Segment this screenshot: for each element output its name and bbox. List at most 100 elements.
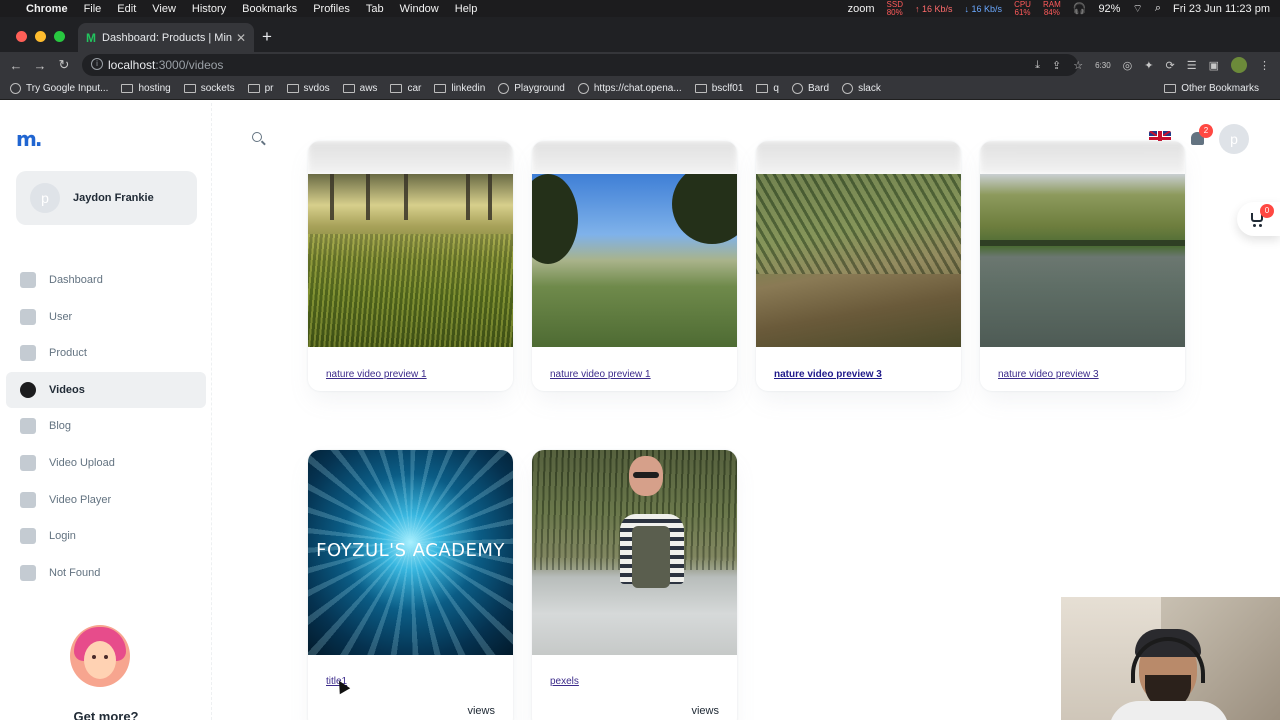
sidebar-item-not-found[interactable]: Not Found [6,555,206,591]
sidebar-item-product[interactable]: Product [6,335,206,371]
ram-stat: RAM 84% [1043,0,1061,17]
window-controls [16,31,65,42]
reading-list-icon[interactable]: ☰ [1187,59,1197,72]
thumb-tree [532,174,578,264]
net-up-value: 16 Kb/s [921,3,953,14]
bookmark-svdos[interactable]: svdos [286,83,330,94]
back-button[interactable]: ← [4,58,28,73]
video-thumbnail[interactable] [308,174,513,347]
menu-edit[interactable]: Edit [117,3,136,15]
sidebar-item-user[interactable]: User [6,299,206,335]
extension-clock-icon[interactable]: 6:30 [1095,61,1111,70]
promo-illustration [70,625,130,687]
forward-button[interactable]: → [28,58,52,73]
profile-avatar[interactable] [1231,57,1247,73]
folder-icon [286,84,299,93]
bookmark-playground[interactable]: Playground [498,83,565,94]
browser-tab-dashboard[interactable]: M Dashboard: Products | Minimal ✕ [78,23,254,52]
video-thumbnail[interactable]: FOYZUL'S ACADEMY [308,450,513,655]
menu-view[interactable]: View [152,3,176,15]
install-icon[interactable]: ⤓ [1035,59,1040,72]
bookmark-slack[interactable]: slack [842,83,881,94]
site-info-icon[interactable]: i [91,58,103,70]
menu-help[interactable]: Help [455,3,478,15]
browser-menu-icon[interactable]: ⋮ [1259,59,1270,72]
sidebar-item-dashboard[interactable]: Dashboard [6,262,206,298]
thumb-glasses [633,472,659,478]
video-title-link[interactable]: nature video preview 3 [774,369,882,380]
address-bar[interactable]: i localhost:3000/videos [82,54,1078,76]
bookmark-sockets[interactable]: sockets [183,83,235,94]
bookmark-pr[interactable]: pr [247,83,274,94]
video-title-link[interactable]: nature video preview 1 [326,369,427,380]
bookmark-linkedin[interactable]: linkedin [434,83,485,94]
menu-app-name[interactable]: Chrome [26,3,68,15]
video-card[interactable]: pexels views [532,450,737,720]
video-title-link[interactable]: pexels [550,676,579,687]
menu-tab[interactable]: Tab [366,3,384,15]
promo-title: Get more? [73,709,139,720]
menu-file[interactable]: File [84,3,102,15]
bookmark-car[interactable]: car [390,83,421,94]
video-card[interactable]: nature video preview 3 views [756,141,961,391]
search-icon[interactable] [250,130,268,148]
sidebar-item-video-player[interactable]: Video Player [6,482,206,518]
bookmark-chat-openai[interactable]: https://chat.opena... [577,83,682,94]
color-extension-icon[interactable]: ◎ [1123,59,1133,72]
minimal-logo-icon[interactable]: m. [16,127,42,151]
maximize-window-button[interactable] [54,31,65,42]
bookmark-star-icon[interactable]: ☆ [1073,59,1083,72]
bookmark-bard[interactable]: Bard [791,83,829,94]
sidebar-item-blog[interactable]: Blog [6,408,206,444]
bard-icon [791,83,803,94]
video-thumbnail[interactable] [532,450,737,655]
close-tab-icon[interactable]: ✕ [236,31,246,45]
bookmark-google-input[interactable]: Try Google Input... [10,83,108,94]
video-card[interactable]: nature video preview 1 views [308,141,513,391]
video-views: views [691,705,719,717]
extensions-puzzle-icon[interactable]: ✦ [1144,59,1153,72]
cursor-shape [333,677,351,695]
video-thumbnail[interactable] [980,174,1185,347]
zoom-status[interactable]: zoom [848,3,875,15]
side-panel-icon[interactable]: ▣ [1209,59,1219,72]
clock[interactable]: Fri 23 Jun 11:23 pm [1173,3,1270,15]
wifi-icon[interactable]: ⌔ [1132,2,1142,16]
sidebar-item-video-upload[interactable]: Video Upload [6,445,206,481]
menu-history[interactable]: History [192,3,226,15]
header-avatar[interactable]: p [1219,124,1249,154]
menu-profiles[interactable]: Profiles [313,3,350,15]
menu-window[interactable]: Window [400,3,439,15]
sync-icon[interactable]: ⟳ [1166,59,1175,72]
other-bookmarks[interactable]: Other Bookmarks [1164,83,1259,94]
sidebar-item-login[interactable]: Login [6,518,206,554]
minimize-window-button[interactable] [35,31,46,42]
bookmark-label: Try Google Input... [26,83,109,94]
bookmark-bsclf01[interactable]: bsclf01 [694,83,743,94]
bookmark-hosting[interactable]: hosting [121,83,171,94]
headphones-icon[interactable]: 🎧 [1073,2,1087,15]
search-menubar-icon[interactable]: ⌕ [1155,2,1161,15]
video-thumbnail[interactable] [756,174,961,347]
account-card[interactable]: p Jaydon Frankie [16,171,197,225]
battery-level[interactable]: 92% [1098,3,1120,15]
video-card[interactable]: nature video preview 1 views [532,141,737,391]
bookmark-aws[interactable]: aws [342,83,377,94]
cart-widget[interactable]: 0 [1237,202,1280,236]
cpu-stat: CPU 61% [1014,0,1031,17]
webcam-shirt [1109,701,1229,720]
sidebar-item-videos[interactable]: Videos [6,371,206,408]
menu-bookmarks[interactable]: Bookmarks [242,3,297,15]
new-tab-button[interactable]: + [262,27,272,47]
reload-button[interactable]: ↻ [52,57,76,73]
promo-eye [104,655,108,659]
close-window-button[interactable] [16,31,27,42]
video-title-link[interactable]: nature video preview 3 [998,369,1099,380]
share-icon[interactable]: ⇪ [1052,59,1061,72]
card-header-blur [532,141,737,174]
video-card[interactable]: nature video preview 3 views [980,141,1185,391]
bookmark-q[interactable]: q [756,83,779,94]
video-thumbnail[interactable] [532,174,737,347]
video-title-link[interactable]: nature video preview 1 [550,369,651,380]
folder-icon [342,84,355,93]
